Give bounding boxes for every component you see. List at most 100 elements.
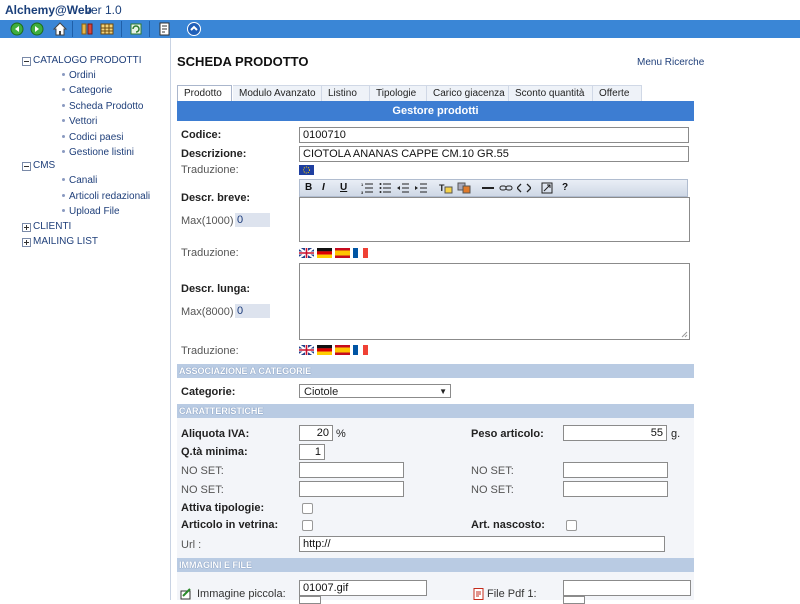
grid-icon[interactable] — [99, 21, 115, 37]
collapse-icon[interactable] — [22, 162, 31, 171]
underline-button[interactable]: U — [340, 182, 347, 194]
pdf-browse-box[interactable] — [563, 596, 585, 604]
file-pdf-field[interactable] — [563, 580, 691, 596]
sidebar-item-canali[interactable]: Canali — [69, 175, 97, 186]
immagine-piccola-field[interactable]: 01007.gif — [299, 580, 427, 596]
bullet-icon — [62, 135, 65, 138]
refresh-icon[interactable] — [128, 21, 144, 37]
image-preview-box[interactable] — [299, 596, 321, 604]
aliquota-iva-field[interactable]: 20 — [299, 425, 333, 441]
codice-field[interactable]: 0100710 — [299, 127, 689, 143]
back-icon[interactable] — [9, 21, 25, 37]
bullet-icon — [62, 209, 65, 212]
sidebar-item-upload-file[interactable]: Upload File — [69, 206, 120, 217]
fr-flag-icon[interactable] — [353, 248, 368, 258]
hr-icon[interactable] — [482, 182, 494, 194]
tab-carico-giacenza[interactable]: Carico giacenza — [427, 85, 509, 101]
uk-flag-icon[interactable] — [299, 248, 314, 258]
noset-field-1[interactable] — [299, 462, 404, 478]
descr-lunga-textarea[interactable] — [299, 263, 690, 340]
descrizione-field[interactable]: CIOTOLA ANANAS CAPPE CM.10 GR.55 — [299, 146, 689, 162]
bullet-icon — [62, 73, 65, 76]
sidebar-group-clienti[interactable]: CLIENTI — [33, 221, 71, 232]
es-flag-icon[interactable] — [335, 345, 350, 355]
tab-modulo-avanzato[interactable]: Modulo Avanzato — [233, 85, 322, 101]
help-button[interactable]: ? — [562, 182, 568, 194]
eu-flag-icon[interactable] — [299, 165, 314, 175]
sidebar-item-gestione-listini[interactable]: Gestione listini — [69, 147, 134, 158]
app-version: ver 1.0 — [85, 3, 122, 17]
title-bar: Alchemy@Web ver 1.0 — [0, 0, 800, 20]
highlight-icon[interactable] — [457, 182, 471, 194]
noset-field-2[interactable] — [563, 462, 668, 478]
sidebar-item-ordini[interactable]: Ordini — [69, 70, 96, 81]
sidebar: CATALOGO PRODOTTI Ordini Categorie Sched… — [0, 38, 171, 600]
tab-offerte[interactable]: Offerte — [593, 85, 642, 101]
bullet-icon — [62, 104, 65, 107]
categorie-select[interactable]: Ciotole ▼ — [299, 384, 451, 398]
tab-tipologie[interactable]: Tipologie — [370, 85, 427, 101]
ordered-list-icon[interactable]: 13 — [361, 182, 373, 195]
de-flag-icon[interactable] — [317, 248, 332, 258]
sidebar-group-mailing-list[interactable]: MAILING LIST — [33, 236, 98, 247]
traduzione-breve-label: Traduzione: — [181, 247, 239, 259]
categorie-selected: Ciotole — [304, 386, 339, 398]
forward-icon[interactable] — [29, 21, 45, 37]
peso-articolo-field[interactable]: 55 — [563, 425, 667, 441]
home-icon[interactable] — [52, 21, 68, 37]
outdent-icon[interactable] — [397, 182, 409, 194]
immagine-piccola-label: Immagine piccola: — [197, 588, 286, 600]
traduzione-lunga-label: Traduzione: — [181, 345, 239, 357]
sidebar-item-vettori[interactable]: Vettori — [69, 116, 97, 127]
menu-ricerche-link[interactable]: Menu Ricerche — [637, 57, 704, 68]
attiva-tipologie-checkbox[interactable] — [302, 503, 313, 514]
text-color-icon[interactable]: T — [439, 182, 453, 194]
expand-icon[interactable] — [22, 238, 31, 247]
resize-handle-icon[interactable] — [681, 331, 688, 338]
articolo-vetrina-checkbox[interactable] — [302, 520, 313, 531]
peso-articolo-label: Peso articolo: — [471, 428, 544, 440]
bullet-icon — [62, 194, 65, 197]
uk-flag-icon[interactable] — [299, 345, 314, 355]
qta-minima-field[interactable]: 1 — [299, 444, 325, 460]
noset-label-1: NO SET: — [181, 465, 224, 477]
sidebar-item-codici-paesi[interactable]: Codici paesi — [69, 132, 123, 143]
noset-field-4[interactable] — [563, 481, 668, 497]
pdf-icon[interactable] — [473, 588, 484, 600]
fr-flag-icon[interactable] — [353, 345, 368, 355]
tab-sconto-quantita[interactable]: Sconto quantità — [509, 85, 593, 101]
link-icon[interactable] — [499, 182, 513, 194]
sidebar-group-cms[interactable]: CMS — [33, 160, 55, 171]
descr-breve-editor[interactable] — [299, 197, 690, 242]
sidebar-item-categorie[interactable]: Categorie — [69, 85, 112, 96]
expand-icon[interactable] — [22, 223, 31, 232]
code-icon[interactable] — [516, 182, 532, 194]
sidebar-item-scheda-prodotto[interactable]: Scheda Prodotto — [69, 101, 144, 112]
page-title: SCHEDA PRODOTTO — [177, 54, 309, 69]
italic-button[interactable]: I — [322, 182, 325, 194]
tab-listino[interactable]: Listino — [322, 85, 370, 101]
max-breve-label: Max(1000) — [181, 215, 234, 227]
bold-button[interactable]: B — [305, 182, 312, 194]
noset-label-2: NO SET: — [471, 465, 514, 477]
edit-image-icon[interactable] — [180, 588, 192, 600]
fullscreen-icon[interactable] — [541, 182, 553, 194]
de-flag-icon[interactable] — [317, 345, 332, 355]
svg-text:1: 1 — [361, 182, 364, 187]
sidebar-group-catalogo[interactable]: CATALOGO PRODOTTI — [33, 55, 142, 66]
noset-field-3[interactable] — [299, 481, 404, 497]
noset-label-4: NO SET: — [471, 484, 514, 496]
url-field[interactable]: http:// — [299, 536, 665, 552]
sidebar-item-articoli-redazionali[interactable]: Articoli redazionali — [69, 191, 150, 202]
unordered-list-icon[interactable] — [379, 182, 391, 194]
art-nascosto-checkbox[interactable] — [566, 520, 577, 531]
collapse-icon[interactable] — [22, 57, 31, 66]
tools-icon[interactable] — [79, 21, 95, 37]
info-icon[interactable] — [186, 21, 202, 37]
section-associazione-categorie: ASSOCIAZIONE A CATEGORIE — [177, 364, 694, 378]
codice-label: Codice: — [181, 129, 222, 141]
indent-icon[interactable] — [415, 182, 427, 194]
es-flag-icon[interactable] — [335, 248, 350, 258]
export-icon[interactable] — [157, 21, 173, 37]
tab-prodotto[interactable]: Prodotto — [177, 85, 232, 101]
